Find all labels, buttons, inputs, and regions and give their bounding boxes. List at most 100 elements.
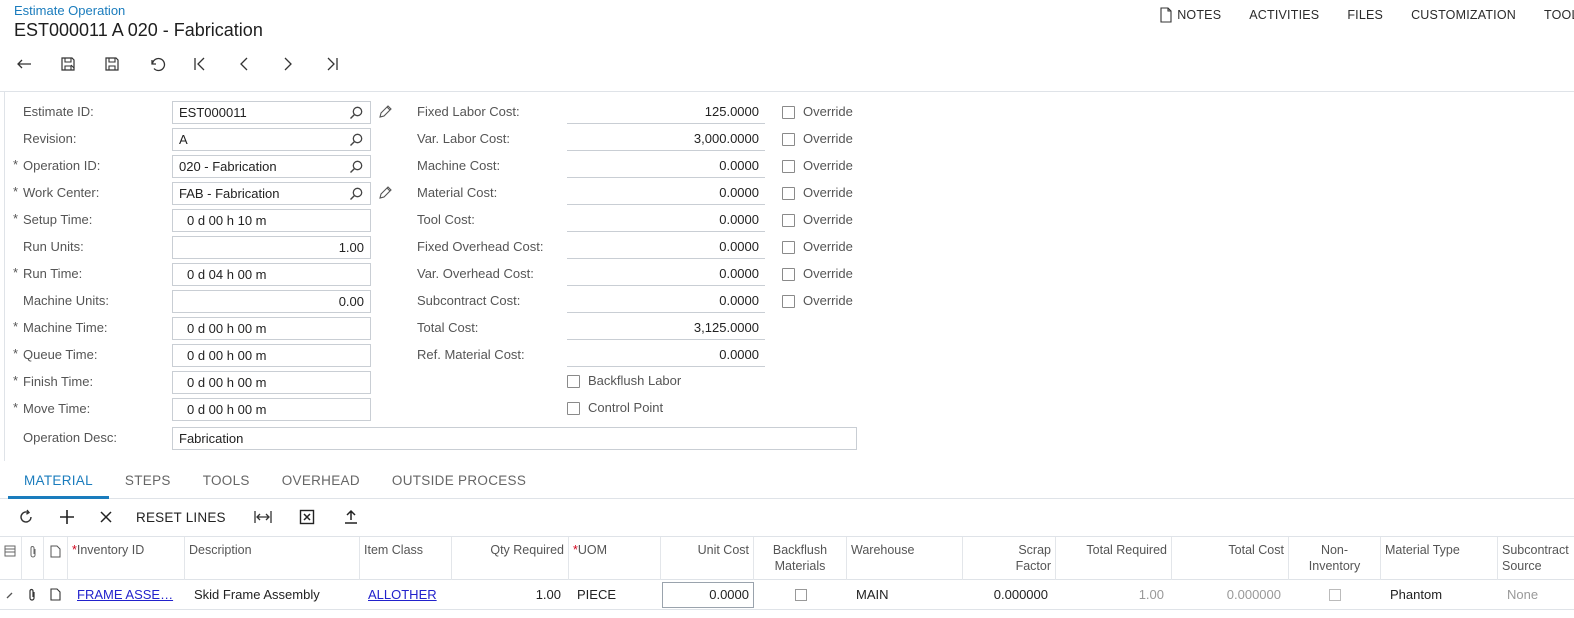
warehouse-header[interactable]: Warehouse <box>847 537 963 580</box>
var-overhead-cost-value[interactable]: 0.0000 <box>567 262 765 286</box>
fixed-labor-override-checkbox[interactable] <box>782 106 795 119</box>
queue-time-field[interactable]: 0 d 00 h 00 m <box>172 344 371 367</box>
tab-overhead[interactable]: OVERHEAD <box>266 466 376 499</box>
machine-units-field[interactable]: 0.00 <box>172 290 371 313</box>
subcontract-source-header[interactable]: Subcontract Source <box>1498 537 1574 580</box>
inventory-id-link[interactable]: FRAME ASSE… <box>77 587 173 602</box>
activities-link[interactable]: ACTIVITIES <box>1249 8 1319 22</box>
tab-material[interactable]: MATERIAL <box>8 466 109 499</box>
machine-time-field[interactable]: 0 d 00 h 00 m <box>172 317 371 340</box>
last-record-button[interactable] <box>322 52 366 76</box>
subcontract-override-checkbox[interactable] <box>782 295 795 308</box>
inventory-id-cell[interactable]: FRAME ASSE… <box>73 580 183 610</box>
description-header[interactable]: Description <box>185 537 360 580</box>
description-cell[interactable]: Skid Frame Assembly <box>190 580 358 610</box>
qty-required-cell[interactable]: 1.00 <box>452 580 565 610</box>
save-button[interactable] <box>102 52 146 76</box>
tools-link[interactable]: TOOLS <box>1544 8 1574 22</box>
notes-link[interactable]: NOTES <box>1159 7 1221 23</box>
control-point-checkbox[interactable] <box>567 402 580 415</box>
unit-cost-header[interactable]: Unit Cost <box>661 537 754 580</box>
finish-time-field[interactable]: 0 d 00 h 00 m <box>172 371 371 394</box>
item-class-link[interactable]: ALLOTHER <box>368 587 437 602</box>
total-cost-header[interactable]: Total Cost <box>1172 537 1289 580</box>
item-class-header[interactable]: Item Class <box>360 537 452 580</box>
row-attachment[interactable] <box>26 580 44 610</box>
tool-cost-value[interactable]: 0.0000 <box>567 208 765 232</box>
next-record-button[interactable] <box>278 52 322 76</box>
subcontract-source-cell[interactable]: None <box>1503 580 1574 610</box>
undo-button[interactable] <box>146 52 190 76</box>
scrap-factor-cell[interactable]: 0.000000 <box>963 580 1052 610</box>
edit-estimate-button[interactable] <box>377 104 393 120</box>
reset-lines-button[interactable]: RESET LINES <box>136 506 226 528</box>
revision-field[interactable]: A <box>172 128 371 151</box>
inventory-id-header[interactable]: *Inventory ID <box>68 537 185 580</box>
material-override-checkbox[interactable] <box>782 187 795 200</box>
fixed-labor-cost-value[interactable]: 125.0000 <box>567 100 765 124</box>
files-link[interactable]: FILES <box>1347 8 1383 22</box>
fixed-overhead-override-checkbox[interactable] <box>782 241 795 254</box>
var-labor-cost-label: Var. Labor Cost: <box>417 131 510 146</box>
var-labor-override-checkbox[interactable] <box>782 133 795 146</box>
item-class-cell[interactable]: ALLOTHER <box>364 580 454 610</box>
first-record-button[interactable] <box>190 52 234 76</box>
required-marker: * <box>13 346 19 361</box>
machine-time-value: 0 d 00 h 00 m <box>187 321 267 336</box>
search-icon[interactable] <box>348 186 364 202</box>
estimate-id-field[interactable]: EST000011 <box>172 101 371 124</box>
work-center-field[interactable]: FAB - Fabrication <box>172 182 371 205</box>
operation-desc-field[interactable]: Fabrication <box>172 427 857 450</box>
var-overhead-override-checkbox[interactable] <box>782 268 795 281</box>
qty-required-header[interactable]: Qty Required <box>452 537 569 580</box>
scrap-factor-header[interactable]: Scrap Factor <box>963 537 1056 580</box>
total-required-header[interactable]: Total Required <box>1056 537 1172 580</box>
breadcrumb[interactable]: Estimate Operation <box>14 3 125 18</box>
previous-record-button[interactable] <box>234 52 278 76</box>
backflush-materials-checkbox[interactable] <box>795 589 807 601</box>
edit-work-center-button[interactable] <box>377 185 393 201</box>
non-inventory-header[interactable]: Non- Inventory <box>1289 537 1381 580</box>
customization-link[interactable]: CUSTOMIZATION <box>1411 8 1516 22</box>
save-and-close-button[interactable] <box>58 52 102 76</box>
run-time-field[interactable]: 0 d 04 h 00 m <box>172 263 371 286</box>
move-time-field[interactable]: 0 d 00 h 00 m <box>172 398 371 421</box>
export-excel-button[interactable] <box>296 506 318 528</box>
material-type-cell[interactable]: Phantom <box>1386 580 1496 610</box>
refresh-button[interactable] <box>8 506 44 528</box>
add-row-button[interactable] <box>52 506 82 528</box>
uom-cell[interactable]: PIECE <box>573 580 661 610</box>
tab-outside-process[interactable]: OUTSIDE PROCESS <box>376 466 542 499</box>
uom-header[interactable]: *UOM <box>569 537 661 580</box>
subcontract-cost-label: Subcontract Cost: <box>417 293 521 308</box>
table-row[interactable]: FRAME ASSE… Skid Frame Assembly ALLOTHER… <box>0 580 1574 610</box>
tab-tools[interactable]: TOOLS <box>187 466 266 499</box>
material-type-header[interactable]: Material Type <box>1381 537 1498 580</box>
machine-override-checkbox[interactable] <box>782 160 795 173</box>
warehouse-cell[interactable]: MAIN <box>852 580 962 610</box>
run-units-field[interactable]: 1.00 <box>172 236 371 259</box>
row-selector-header[interactable] <box>0 537 22 580</box>
search-icon[interactable] <box>348 105 364 121</box>
var-labor-cost-value[interactable]: 3,000.0000 <box>567 127 765 151</box>
delete-row-button[interactable] <box>96 506 116 528</box>
tool-override-checkbox[interactable] <box>782 214 795 227</box>
unit-cost-cell[interactable]: 0.0000 <box>662 582 754 608</box>
upload-button[interactable] <box>340 506 362 528</box>
subcontract-cost-value[interactable]: 0.0000 <box>567 289 765 313</box>
search-icon[interactable] <box>348 132 364 148</box>
row-notes[interactable] <box>50 580 68 610</box>
machine-cost-value[interactable]: 0.0000 <box>567 154 765 178</box>
operation-id-field[interactable]: 020 - Fabrication <box>172 155 371 178</box>
back-button[interactable] <box>14 52 58 76</box>
fixed-overhead-cost-value[interactable]: 0.0000 <box>567 235 765 259</box>
setup-time-field[interactable]: 0 d 00 h 10 m <box>172 209 371 232</box>
fit-columns-button[interactable] <box>252 506 274 528</box>
override-label: Override <box>803 239 853 254</box>
backflush-labor-checkbox[interactable] <box>567 375 580 388</box>
material-cost-value[interactable]: 0.0000 <box>567 181 765 205</box>
required-marker: * <box>13 157 19 172</box>
search-icon[interactable] <box>348 159 364 175</box>
backflush-materials-header[interactable]: Backflush Materials <box>754 537 847 580</box>
tab-steps[interactable]: STEPS <box>109 466 187 499</box>
